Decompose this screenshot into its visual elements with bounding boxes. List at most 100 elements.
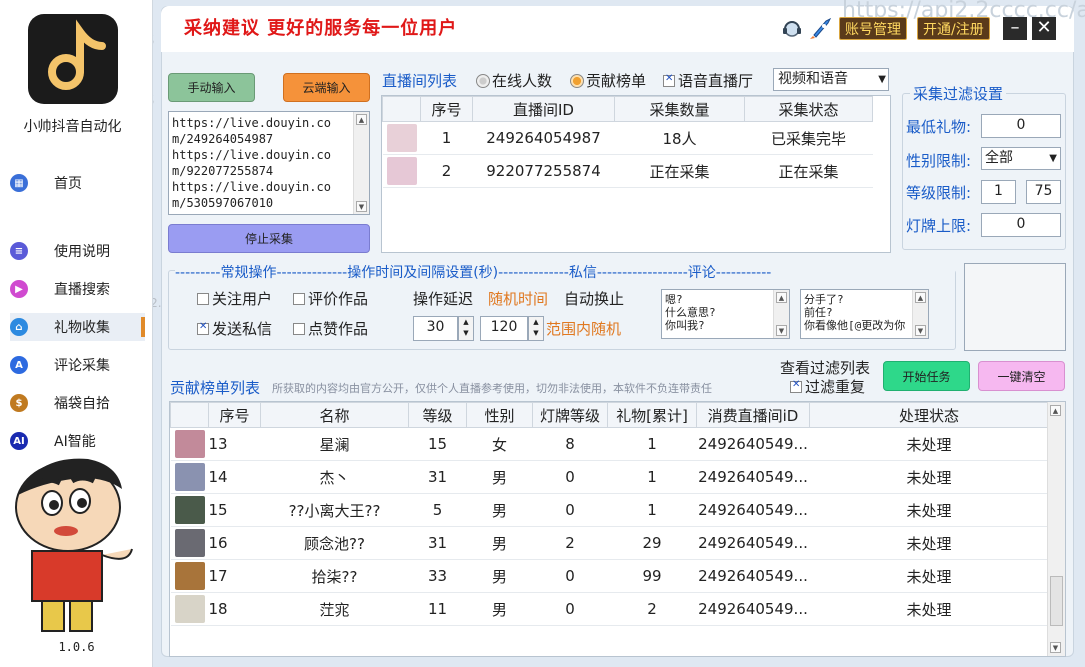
- live-cell-id: 922077255874: [472, 154, 615, 188]
- dm-scrollbar[interactable]: ▲ ▼: [773, 290, 789, 338]
- follow-label: 关注用户: [212, 290, 273, 308]
- contrib-cell-room: 2492640549...: [696, 460, 810, 494]
- sidebar-item-label: 使用说明: [54, 244, 110, 260]
- sidebar-item-3[interactable]: ⌂ 礼物收集: [10, 313, 145, 341]
- avatar: [174, 562, 205, 590]
- cloud-input-button[interactable]: 云端输入: [283, 73, 370, 102]
- avatar: [386, 157, 417, 185]
- view-filter-link[interactable]: 查看过滤列表: [780, 357, 870, 378]
- delay-input[interactable]: 30: [413, 316, 458, 341]
- contrib-cell-status: 未处理: [809, 427, 1049, 461]
- scroll-thumb[interactable]: [1050, 576, 1063, 626]
- level-max-input[interactable]: 75: [1026, 180, 1061, 204]
- contrib-cell-room: 2492640549...: [696, 559, 810, 593]
- random-time-label: 随机时间: [488, 290, 549, 308]
- contrib-col-header: 等级: [408, 402, 467, 428]
- like-checkbox-icon: [293, 323, 305, 335]
- interval-input[interactable]: 120: [480, 316, 528, 341]
- contrib-cell-status: 未处理: [809, 493, 1049, 527]
- gender-select[interactable]: 全部 ▼: [981, 147, 1061, 170]
- min-gift-input[interactable]: 0: [981, 114, 1061, 138]
- live-list-title: 直播间列表: [382, 72, 458, 90]
- contrib-avatar-cell: [170, 460, 209, 494]
- sidebar-item-6[interactable]: AI AI智能: [10, 427, 145, 455]
- url-textarea[interactable]: https://live.douyin.co m/249264054987 ht…: [168, 111, 370, 215]
- sidebar-item-label: 福袋自拾: [54, 396, 110, 412]
- review-label: 评价作品: [308, 290, 369, 308]
- close-button[interactable]: ✕: [1032, 17, 1056, 40]
- contrib-cell-no: 16: [208, 526, 261, 560]
- live-cell-count: 18人: [614, 121, 745, 155]
- fan-input[interactable]: 0: [981, 213, 1061, 237]
- filter-dup-label: 过滤重复: [805, 378, 866, 396]
- live-row[interactable]: 2 922077255874 正在采集 正在采集: [382, 154, 873, 188]
- contrib-cell-fan: 0: [532, 592, 608, 626]
- like-checkbox[interactable]: 点赞作品: [293, 318, 368, 339]
- contrib-row[interactable]: 14 杰丶 31 男 0 1 2492640549... 未处理: [170, 460, 1049, 494]
- contrib-row[interactable]: 16 顾念池?? 31 男 2 29 2492640549... 未处理: [170, 526, 1049, 560]
- register-button[interactable]: 开通/注册: [917, 17, 990, 40]
- online-radio[interactable]: 在线人数: [476, 70, 552, 91]
- sidebar-item-2[interactable]: ▶ 直播搜索: [10, 275, 145, 303]
- sidebar-item-4[interactable]: A 评论采集: [10, 351, 145, 379]
- start-task-button[interactable]: 开始任务: [883, 361, 970, 391]
- contrib-row[interactable]: 17 拾柒?? 33 男 0 99 2492640549... 未处理: [170, 559, 1049, 593]
- follow-checkbox[interactable]: 关注用户: [197, 288, 272, 309]
- range-random-label: 范围内随机: [546, 320, 622, 338]
- voice-checkbox[interactable]: 语音直播厅: [663, 70, 753, 91]
- manual-input-button[interactable]: 手动输入: [168, 73, 255, 102]
- filter-dup-checkbox[interactable]: 过滤重复: [790, 376, 865, 397]
- live-row[interactable]: 1 249264054987 18人 已采集完毕: [382, 121, 873, 155]
- mode-select[interactable]: 视频和语音 ▼: [773, 68, 889, 91]
- clear-button[interactable]: 一键清空: [978, 361, 1065, 391]
- sidebar-item-label: 礼物收集: [54, 320, 110, 336]
- sidebar-item-5[interactable]: $ 福袋自拾: [10, 389, 145, 417]
- sidebar-item-0[interactable]: ▦ 首页: [10, 169, 145, 197]
- contrib-col-empty: [170, 402, 209, 428]
- level-min-input[interactable]: 1: [981, 180, 1016, 204]
- comment-icon: A: [10, 356, 28, 374]
- url-scrollbar[interactable]: ▲ ▼: [353, 112, 369, 214]
- contrib-cell-gender: 男: [466, 559, 533, 593]
- stop-collect-button[interactable]: 停止采集: [168, 224, 370, 253]
- live-cell-count: 正在采集: [614, 154, 745, 188]
- rocket-icon[interactable]: [808, 17, 834, 41]
- contrib-row[interactable]: 15 ??小离大王?? 5 男 0 1 2492640549... 未处理: [170, 493, 1049, 527]
- live-table: 序号 直播间ID 采集数量 采集状态 1 249264054987 18人 已采集完毕 2 92…: [381, 95, 891, 253]
- contrib-cell-gender: 男: [466, 460, 533, 494]
- mode-select-value: 视频和语音: [778, 71, 848, 87]
- interval-stepper[interactable]: ▲ ▼: [528, 316, 544, 341]
- contrib-radio[interactable]: 贡献榜单: [570, 70, 646, 91]
- gender-select-value: 全部: [985, 150, 1013, 166]
- account-manage-button[interactable]: 账号管理: [839, 17, 907, 40]
- avatar: [174, 430, 205, 458]
- delay-stepper[interactable]: ▲ ▼: [458, 316, 474, 341]
- contrib-cell-gift: 2: [607, 592, 697, 626]
- contrib-col-header: 灯牌等级: [532, 402, 608, 428]
- contrib-row[interactable]: 18 茳宨 11 男 0 2 2492640549... 未处理: [170, 592, 1049, 626]
- contrib-cell-no: 17: [208, 559, 261, 593]
- gender-label: 性别限制:: [906, 152, 972, 170]
- minimize-button[interactable]: –: [1003, 17, 1027, 40]
- contrib-row[interactable]: 13 星澜 15 女 8 1 2492640549... 未处理: [170, 427, 1049, 461]
- comment-scrollbar[interactable]: ▲ ▼: [912, 290, 928, 338]
- contrib-cell-fan: 8: [532, 427, 608, 461]
- chevron-down-icon: ▼: [878, 74, 886, 85]
- sidebar-item-1[interactable]: ≡ 使用说明: [10, 237, 145, 265]
- contrib-cell-no: 14: [208, 460, 261, 494]
- comment-textarea[interactable]: 分手了? 前任? 你看像他[@更改为你 ▲ ▼: [800, 289, 929, 339]
- contrib-scrollbar[interactable]: ▲ ▼: [1047, 402, 1065, 656]
- contrib-cell-name: 茳宨: [260, 592, 409, 626]
- contrib-cell-level: 5: [408, 493, 467, 527]
- review-checkbox[interactable]: 评价作品: [293, 288, 368, 309]
- contrib-cell-fan: 0: [532, 559, 608, 593]
- grid-icon: ▦: [10, 174, 28, 192]
- headset-icon[interactable]: [780, 18, 804, 40]
- contrib-avatar-cell: [170, 526, 209, 560]
- contrib-col-header: 消费直播间iD: [696, 402, 810, 428]
- send-dm-checkbox[interactable]: 发送私信: [197, 318, 272, 339]
- online-radio-label: 在线人数: [492, 72, 553, 90]
- dm-textarea[interactable]: 嗯? 什么意思? 你叫我? ▲ ▼: [661, 289, 790, 339]
- contrib-cell-no: 13: [208, 427, 261, 461]
- contrib-col-header: 序号: [208, 402, 261, 428]
